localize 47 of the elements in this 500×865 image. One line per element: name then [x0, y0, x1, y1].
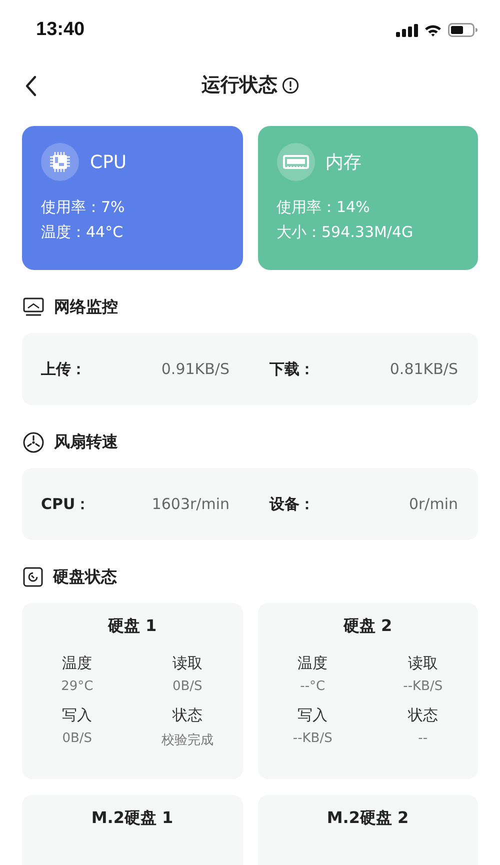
- memory-icon: [276, 143, 314, 181]
- field-label: 状态: [408, 706, 438, 725]
- card-stat: 温度：44°C: [41, 222, 124, 243]
- field-label: 读取: [172, 654, 202, 673]
- wifi-icon: [424, 24, 442, 36]
- section-title: 风扇转速: [54, 432, 118, 452]
- card-title: CPU: [90, 152, 127, 172]
- monitor-icon: [23, 297, 44, 317]
- field-value: --°C: [300, 679, 326, 694]
- metric-label: 下载：: [270, 360, 314, 378]
- field-value: 0B/S: [172, 679, 202, 694]
- metric-label: 上传：: [41, 360, 86, 378]
- field-label: 状态: [172, 706, 202, 725]
- field-value: 0B/S: [62, 731, 92, 746]
- fan-icon: [23, 432, 44, 452]
- signal-icon: [396, 24, 418, 36]
- field-value: --KB/S: [403, 679, 443, 694]
- metric-value: 1603r/min: [152, 495, 230, 513]
- disk-title: M.2硬盘 2: [326, 808, 409, 829]
- field-value: --KB/S: [292, 731, 332, 746]
- card-stat: 使用率：14%: [276, 197, 371, 218]
- disk-title: 硬盘 1: [108, 616, 157, 637]
- battery-icon: [448, 23, 478, 37]
- metric-value: 0.81KB/S: [390, 360, 458, 378]
- field-label: 温度: [62, 654, 92, 673]
- field-label: 温度: [298, 654, 328, 673]
- field-label: 读取: [408, 654, 438, 673]
- card-title: 内存: [326, 151, 362, 174]
- field-label: 写入: [62, 706, 92, 725]
- chip-icon: [41, 143, 79, 181]
- field-label: 写入: [298, 706, 328, 725]
- field-value: --: [418, 731, 428, 746]
- metric-value: 0.91KB/S: [161, 360, 230, 378]
- field-value: 校验完成: [161, 732, 214, 749]
- info-icon[interactable]: [282, 76, 298, 94]
- status-time: 13:40: [36, 19, 85, 41]
- disk-title: M.2硬盘 1: [91, 808, 174, 829]
- section-title: 硬盘状态: [53, 566, 117, 588]
- disk-title: 硬盘 2: [343, 616, 392, 637]
- card-stat: 大小：594.33M/4G: [276, 222, 414, 243]
- section-title: 网络监控: [54, 296, 118, 318]
- card-stat: 使用率：7%: [41, 197, 126, 218]
- metric-label: CPU：: [41, 494, 90, 514]
- metric-label: 设备：: [270, 494, 314, 514]
- metric-value: 0r/min: [408, 495, 458, 513]
- field-value: 29°C: [61, 679, 94, 694]
- page-title: 运行状态: [202, 73, 278, 98]
